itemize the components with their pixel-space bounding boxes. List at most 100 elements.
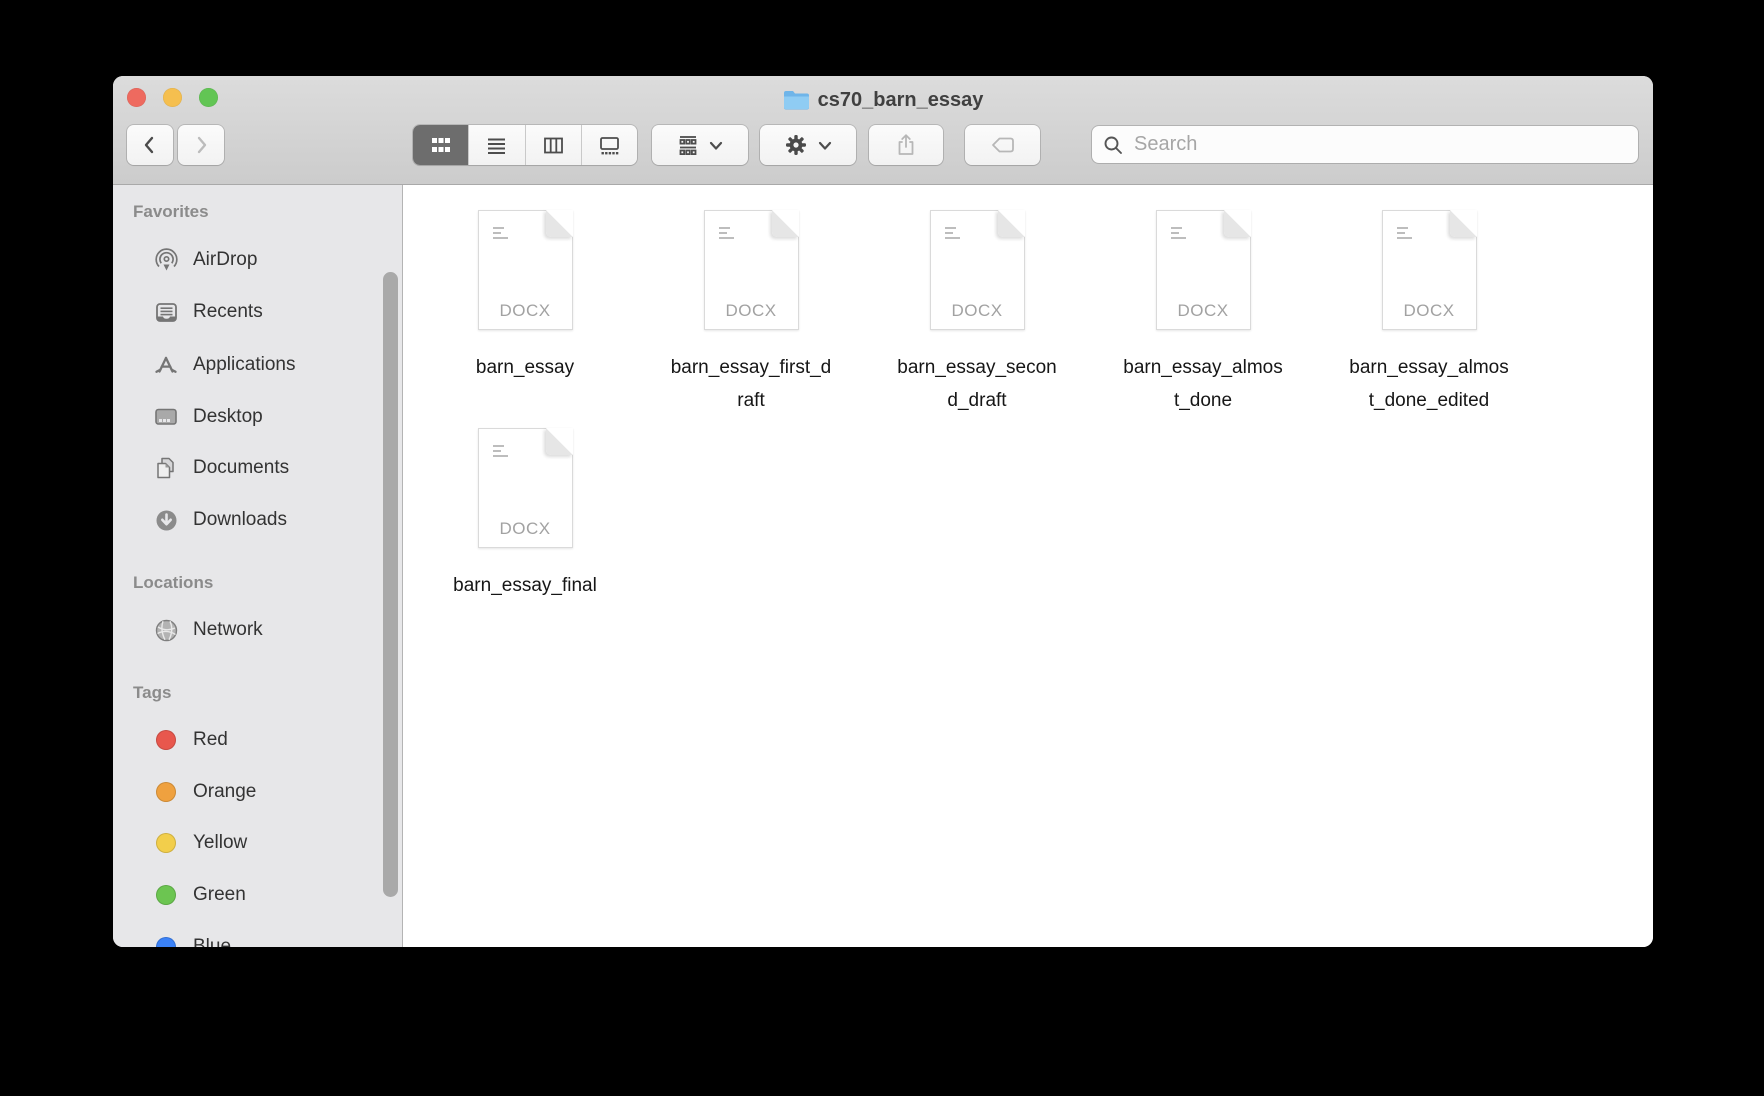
sidebar-item-label: Yellow: [193, 832, 247, 854]
list-view-button[interactable]: [469, 125, 525, 165]
group-by-icon: [675, 132, 701, 158]
file-name-label: barn_essay_secon d_draft: [867, 351, 1087, 417]
docx-file-icon: DOCX: [478, 210, 573, 330]
sidebar-item-desktop[interactable]: Desktop: [113, 395, 381, 439]
chevron-right-icon: [189, 133, 213, 157]
sidebar-section-locations: Locations: [133, 571, 213, 595]
sidebar: Favorites AirDrop: [113, 185, 403, 947]
column-view-icon: [542, 134, 565, 157]
sidebar-item-label: Documents: [193, 457, 289, 479]
sidebar-item-tag-yellow[interactable]: Yellow: [113, 821, 381, 865]
file-barn-essay-first-draft[interactable]: DOCX barn_essay_first_d raft: [641, 210, 861, 417]
file-type-badge: DOCX: [1383, 301, 1476, 321]
file-type-badge: DOCX: [931, 301, 1024, 321]
group-by-button[interactable]: [652, 125, 748, 165]
file-name-label: barn_essay_almos t_done_edited: [1319, 351, 1539, 417]
window-title-area: cs70_barn_essay: [113, 87, 1653, 113]
desktop-icon: [147, 404, 185, 430]
sidebar-item-tag-blue[interactable]: Blue: [113, 925, 381, 947]
sidebar-item-label: Downloads: [193, 509, 287, 531]
documents-icon: [147, 455, 185, 481]
search-icon: [1102, 134, 1124, 156]
gallery-view-button[interactable]: [582, 125, 637, 165]
window-title: cs70_barn_essay: [818, 89, 984, 112]
list-view-icon: [485, 134, 508, 157]
file-name-label: barn_essay: [415, 351, 635, 384]
sidebar-item-label: Green: [193, 884, 246, 906]
document-text-lines: [719, 227, 734, 242]
recents-icon: [147, 300, 185, 325]
red-tag-icon: [156, 730, 176, 750]
sidebar-item-tag-red[interactable]: Red: [113, 718, 381, 762]
applications-icon: [147, 352, 185, 378]
file-barn-essay-almost-done-edited[interactable]: DOCX barn_essay_almos t_done_edited: [1319, 210, 1539, 417]
forward-button[interactable]: [178, 125, 224, 165]
sidebar-item-tag-green[interactable]: Green: [113, 873, 381, 917]
file-name-label: barn_essay_final: [415, 569, 635, 602]
file-type-badge: DOCX: [705, 301, 798, 321]
sidebar-item-network[interactable]: Network: [113, 608, 381, 652]
blue-tag-icon: [156, 937, 176, 947]
sidebar-item-applications[interactable]: Applications: [113, 343, 381, 387]
file-type-badge: DOCX: [479, 519, 572, 539]
docx-file-icon: DOCX: [1156, 210, 1251, 330]
desktop-background: { "window": { "title": "cs70_barn_essay"…: [0, 0, 1764, 1096]
folder-icon: [783, 89, 810, 111]
action-menu-button[interactable]: [760, 125, 856, 165]
file-barn-essay-final[interactable]: DOCX barn_essay_final: [415, 428, 635, 602]
column-view-button[interactable]: [526, 125, 582, 165]
docx-file-icon: DOCX: [478, 428, 573, 548]
share-button[interactable]: [869, 125, 943, 165]
file-name-label: barn_essay_first_d raft: [641, 351, 861, 417]
gallery-view-icon: [598, 134, 621, 157]
docx-file-icon: DOCX: [1382, 210, 1477, 330]
sidebar-item-tag-orange[interactable]: Orange: [113, 770, 381, 814]
sidebar-item-downloads[interactable]: Downloads: [113, 498, 381, 542]
tag-icon: [989, 133, 1017, 157]
sidebar-item-label: Desktop: [193, 406, 263, 428]
back-button[interactable]: [127, 125, 173, 165]
document-text-lines: [1397, 227, 1412, 242]
chevron-left-icon: [138, 133, 162, 157]
sidebar-item-recents[interactable]: Recents: [113, 290, 381, 334]
file-barn-essay[interactable]: DOCX barn_essay: [415, 210, 635, 384]
file-barn-essay-second-draft[interactable]: DOCX barn_essay_secon d_draft: [867, 210, 1087, 417]
airdrop-icon: [147, 248, 185, 273]
finder-window: cs70_barn_essay: [113, 76, 1653, 947]
sidebar-item-label: AirDrop: [193, 249, 257, 271]
sidebar-scrollbar[interactable]: [383, 272, 398, 897]
file-name-label: barn_essay_almos t_done: [1093, 351, 1313, 417]
sidebar-item-label: Network: [193, 619, 263, 641]
sidebar-item-airdrop[interactable]: AirDrop: [113, 238, 381, 282]
sidebar-item-documents[interactable]: Documents: [113, 446, 381, 490]
search-input[interactable]: [1132, 132, 1628, 157]
document-text-lines: [493, 445, 508, 460]
titlebar-toolbar: cs70_barn_essay: [113, 76, 1653, 185]
window-body: Favorites AirDrop: [113, 185, 1653, 947]
orange-tag-icon: [156, 782, 176, 802]
yellow-tag-icon: [156, 833, 176, 853]
downloads-icon: [147, 508, 185, 533]
sidebar-item-label: Applications: [193, 354, 295, 376]
sidebar-item-label: Orange: [193, 781, 256, 803]
chevron-down-icon: [816, 136, 834, 154]
file-type-badge: DOCX: [479, 301, 572, 321]
view-mode-switcher: [413, 125, 637, 165]
docx-file-icon: DOCX: [930, 210, 1025, 330]
file-type-badge: DOCX: [1157, 301, 1250, 321]
document-text-lines: [1171, 227, 1186, 242]
search-field[interactable]: [1092, 126, 1638, 163]
grid-view-icon: [429, 134, 452, 157]
document-text-lines: [493, 227, 508, 242]
share-icon: [893, 132, 919, 158]
chevron-down-icon: [707, 136, 725, 154]
file-barn-essay-almost-done[interactable]: DOCX barn_essay_almos t_done: [1093, 210, 1313, 417]
sidebar-item-label: Red: [193, 729, 228, 751]
docx-file-icon: DOCX: [704, 210, 799, 330]
document-text-lines: [945, 227, 960, 242]
sidebar-section-favorites: Favorites: [133, 200, 209, 224]
icon-view-button[interactable]: [413, 125, 469, 165]
edit-tags-button[interactable]: [965, 125, 1040, 165]
folder-contents: DOCX barn_essay DOCX barn_essay_first_d …: [404, 185, 1653, 947]
sidebar-item-label: Recents: [193, 301, 263, 323]
